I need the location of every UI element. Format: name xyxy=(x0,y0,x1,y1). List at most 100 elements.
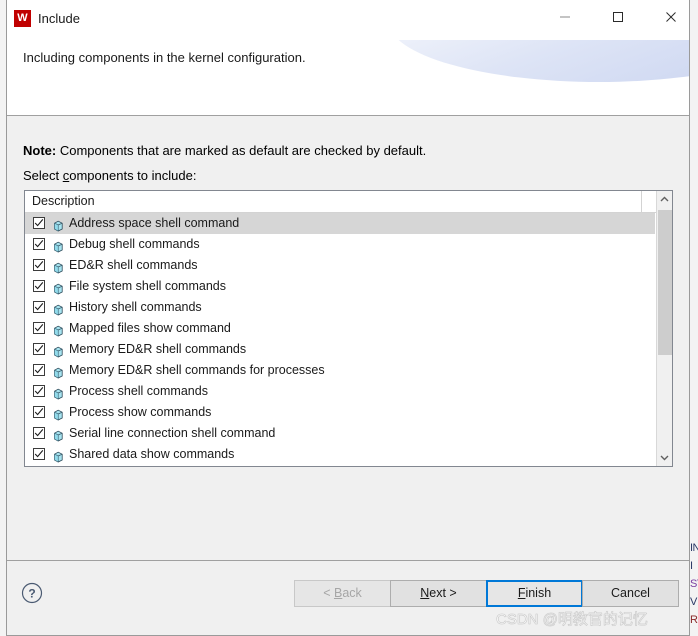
scrollbar-thumb[interactable] xyxy=(658,210,672,355)
components-table[interactable]: Description Address space shell command D… xyxy=(24,190,673,467)
close-icon xyxy=(666,12,676,22)
select-components-label: Select components to include: xyxy=(23,168,196,183)
note-line: Note: Components that are marked as defa… xyxy=(23,143,426,158)
table-row[interactable]: Memory ED&R shell commands for processes xyxy=(25,360,655,381)
row-label: History shell commands xyxy=(69,300,202,314)
background-text: RL xyxy=(690,614,698,626)
row-label: ED&R shell commands xyxy=(69,258,198,272)
check-icon xyxy=(34,408,44,416)
background-text: I xyxy=(690,560,693,572)
back-post: ack xyxy=(342,586,362,600)
table-row[interactable]: Process show commands xyxy=(25,402,655,423)
help-button[interactable]: ? xyxy=(21,582,43,604)
next-mnemonic: N xyxy=(420,586,430,600)
table-row[interactable]: Mapped files show command xyxy=(25,318,655,339)
table-row[interactable]: Address space shell command xyxy=(25,213,655,234)
wizard-description: Including components in the kernel confi… xyxy=(23,50,306,65)
table-row[interactable]: File system shell commands xyxy=(25,276,655,297)
scroll-down-button[interactable] xyxy=(657,449,672,466)
row-checkbox[interactable] xyxy=(33,301,45,313)
note-text: Components that are marked as default ar… xyxy=(56,143,427,158)
wind-river-logo-icon: W xyxy=(14,10,31,27)
check-icon xyxy=(34,450,44,458)
background-window-right-sliver: IN I ST V RL xyxy=(690,0,698,636)
select-label-post: omponents to include: xyxy=(69,168,197,183)
back-button[interactable]: < Back xyxy=(294,580,391,607)
column-divider xyxy=(641,191,642,212)
check-icon xyxy=(34,345,44,353)
row-checkbox[interactable] xyxy=(33,322,45,334)
watermark: CSDN @明教官的记忆 xyxy=(496,611,649,629)
minimize-button[interactable] xyxy=(543,0,588,33)
finish-button[interactable]: Finish xyxy=(486,580,583,607)
table-header: Description xyxy=(25,191,672,213)
check-icon xyxy=(34,387,44,395)
row-label: Shared data show commands xyxy=(69,447,235,461)
vertical-scrollbar[interactable] xyxy=(656,191,672,466)
row-checkbox[interactable] xyxy=(33,259,45,271)
table-row[interactable]: History shell commands xyxy=(25,297,655,318)
back-pre: < xyxy=(323,586,334,600)
check-icon xyxy=(34,324,44,332)
row-checkbox[interactable] xyxy=(33,217,45,229)
table-row[interactable]: Shared data show commands xyxy=(25,444,655,465)
table-row[interactable]: Serial line connection shell command xyxy=(25,423,655,444)
background-text: V xyxy=(690,596,697,608)
next-button[interactable]: Next > xyxy=(390,580,487,607)
help-circle-icon: ? xyxy=(21,582,43,604)
title-bar: W Include xyxy=(7,0,689,40)
row-checkbox[interactable] xyxy=(33,343,45,355)
check-icon xyxy=(34,261,44,269)
table-rows: Address space shell command Debug shell c… xyxy=(25,213,655,465)
row-checkbox[interactable] xyxy=(33,406,45,418)
check-icon xyxy=(34,219,44,227)
row-checkbox[interactable] xyxy=(33,427,45,439)
component-cube-icon xyxy=(52,386,64,400)
check-icon xyxy=(34,366,44,374)
cancel-button[interactable]: Cancel xyxy=(582,580,679,607)
row-label: Process shell commands xyxy=(69,384,208,398)
check-icon xyxy=(34,429,44,437)
svg-text:?: ? xyxy=(28,587,35,601)
row-label: Memory ED&R shell commands xyxy=(69,342,247,356)
component-cube-icon xyxy=(52,428,64,442)
check-icon xyxy=(34,303,44,311)
row-label: Process show commands xyxy=(69,405,212,419)
row-label: Address space shell command xyxy=(69,216,240,230)
row-checkbox[interactable] xyxy=(33,448,45,460)
table-row[interactable]: Memory ED&R shell commands xyxy=(25,339,655,360)
row-checkbox[interactable] xyxy=(33,280,45,292)
row-label: File system shell commands xyxy=(69,279,226,293)
component-cube-icon xyxy=(52,260,64,274)
row-checkbox[interactable] xyxy=(33,385,45,397)
component-cube-icon xyxy=(52,281,64,295)
background-text: ST xyxy=(690,578,698,590)
component-cube-icon xyxy=(52,407,64,421)
component-cube-icon xyxy=(52,218,64,232)
row-checkbox[interactable] xyxy=(33,364,45,376)
check-icon xyxy=(34,240,44,248)
next-post: ext > xyxy=(429,586,457,600)
close-button[interactable] xyxy=(649,0,694,33)
table-row[interactable]: Debug shell commands xyxy=(25,234,655,255)
select-label-pre: Select xyxy=(23,168,63,183)
wizard-banner: Including components in the kernel confi… xyxy=(7,40,689,116)
check-icon xyxy=(34,282,44,290)
minimize-icon xyxy=(560,16,570,18)
component-cube-icon xyxy=(52,449,64,463)
column-header-description[interactable]: Description xyxy=(32,194,95,208)
chevron-down-icon xyxy=(660,455,669,461)
include-wizard-dialog: W Include Including components in the ke… xyxy=(6,0,690,636)
maximize-button[interactable] xyxy=(596,0,641,33)
component-cube-icon xyxy=(52,302,64,316)
wizard-page-content: Note: Components that are marked as defa… xyxy=(7,116,689,606)
scroll-up-button[interactable] xyxy=(657,191,672,208)
row-checkbox[interactable] xyxy=(33,238,45,250)
row-label: Serial line connection shell command xyxy=(69,426,276,440)
note-label: Note: xyxy=(23,143,57,158)
window-title: Include xyxy=(38,11,80,26)
row-label: Debug shell commands xyxy=(69,237,200,251)
background-text: IN xyxy=(690,542,698,554)
table-row[interactable]: ED&R shell commands xyxy=(25,255,655,276)
table-row[interactable]: Process shell commands xyxy=(25,381,655,402)
